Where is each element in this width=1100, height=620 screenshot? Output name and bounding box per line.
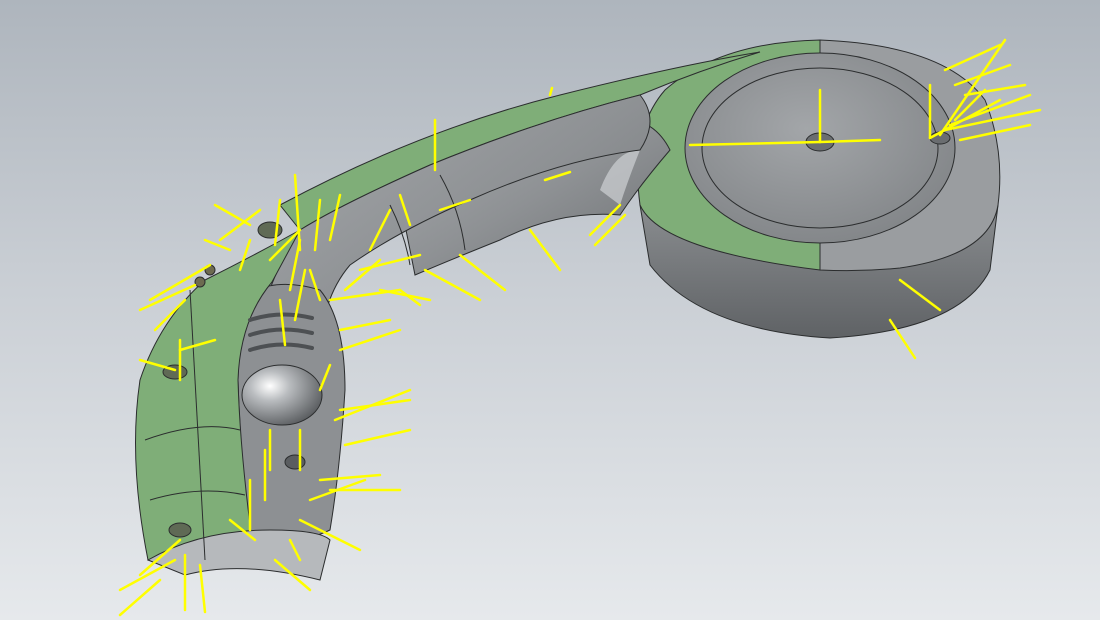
face-normal-vector bbox=[218, 208, 262, 242]
face-normal-vector bbox=[593, 213, 627, 247]
face-normal-vector bbox=[213, 203, 252, 227]
face-normal-vector bbox=[338, 318, 392, 332]
screw-hole[interactable] bbox=[284, 454, 306, 470]
face-normal-vector bbox=[548, 86, 554, 97]
face-normal-vector bbox=[198, 563, 207, 614]
face-normal-vector bbox=[953, 63, 1012, 87]
face-normal-vector bbox=[343, 428, 412, 447]
face-normal-vector bbox=[528, 228, 562, 272]
model-scene[interactable] bbox=[0, 0, 1100, 620]
face-normal-vector bbox=[118, 578, 162, 617]
dome-button[interactable] bbox=[241, 364, 323, 426]
screw-hole[interactable] bbox=[194, 276, 206, 288]
screw-hole[interactable] bbox=[168, 522, 192, 538]
face-normal-vector bbox=[118, 558, 177, 592]
face-normal-vector bbox=[423, 268, 482, 302]
face-normal-vector bbox=[203, 238, 232, 252]
face-normal-vector bbox=[358, 253, 422, 272]
cad-3d-viewport[interactable] bbox=[0, 0, 1100, 620]
face-normal-vector bbox=[458, 253, 507, 292]
face-normal-vector bbox=[333, 388, 412, 422]
face-normal-vector bbox=[338, 328, 402, 352]
